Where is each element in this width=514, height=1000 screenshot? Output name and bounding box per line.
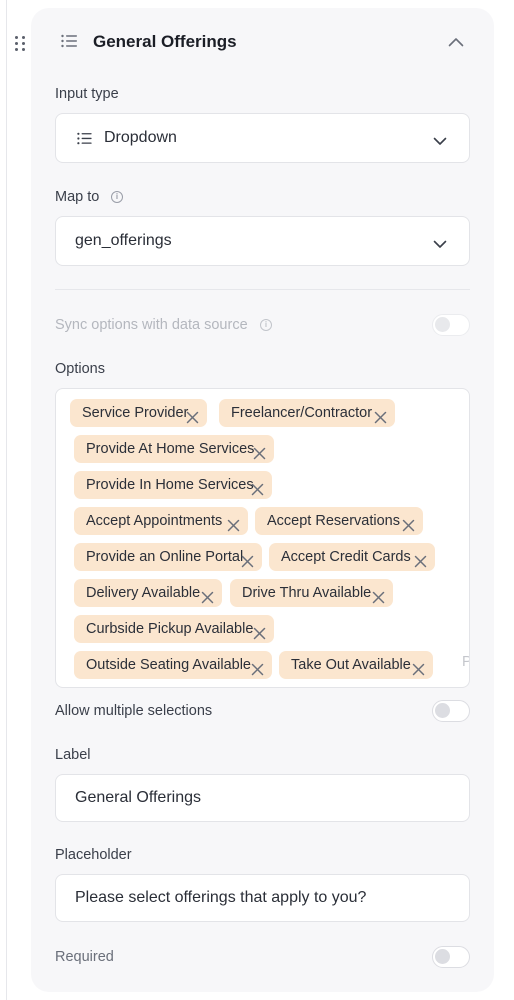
- option-chip: Freelancer/Contractor: [219, 399, 395, 427]
- remove-icon[interactable]: [372, 586, 385, 614]
- option-chip-label: Accept Credit Cards: [281, 549, 411, 565]
- option-chip-label: Provide an Online Portal: [86, 549, 244, 565]
- label-input-value: General Offerings: [75, 789, 201, 806]
- required-toggle[interactable]: [432, 946, 470, 968]
- placeholder-field-label: Placeholder: [55, 847, 132, 863]
- option-chip: Delivery Available: [74, 579, 222, 607]
- placeholder-input[interactable]: Please select offerings that apply to yo…: [55, 874, 470, 922]
- remove-icon[interactable]: [414, 550, 427, 578]
- option-chip-label: Freelancer/Contractor: [231, 405, 373, 421]
- remove-icon[interactable]: [253, 622, 266, 650]
- info-icon[interactable]: i: [111, 191, 123, 203]
- allow-multiple-toggle[interactable]: [432, 700, 470, 722]
- left-rule: [6, 0, 7, 1000]
- options-label: Options: [55, 361, 105, 377]
- option-chip: Provide an Online Portal: [74, 543, 262, 571]
- chevron-up-icon[interactable]: [448, 34, 464, 52]
- map-to-select[interactable]: gen_offerings: [55, 216, 470, 266]
- remove-icon[interactable]: [186, 406, 199, 434]
- option-chip-label: Delivery Available: [86, 585, 201, 601]
- list-icon: [61, 34, 77, 53]
- option-chip: Service Provider: [70, 399, 207, 427]
- remove-icon[interactable]: [412, 658, 425, 686]
- option-chip-label: Curbside Pickup Available: [86, 621, 254, 637]
- card-header[interactable]: General Offerings: [31, 8, 494, 76]
- label-field-label: Label: [55, 747, 91, 763]
- option-chip: Drive Thru Available: [230, 579, 393, 607]
- map-to-label: Map to: [55, 189, 100, 205]
- options-input-placeholder[interactable]: Pl: [462, 654, 469, 670]
- remove-icon[interactable]: [201, 586, 214, 614]
- list-icon: [77, 132, 92, 150]
- remove-icon[interactable]: [253, 442, 266, 470]
- option-chip: Outside Seating Available: [74, 651, 272, 679]
- option-chip: Curbside Pickup Available: [74, 615, 274, 643]
- label-input[interactable]: General Offerings: [55, 774, 470, 822]
- option-chip-label: Outside Seating Available: [86, 657, 251, 673]
- option-chip-label: Drive Thru Available: [242, 585, 372, 601]
- option-chip-label: Service Provider: [82, 405, 189, 421]
- input-type-label: Input type: [55, 86, 119, 102]
- info-icon[interactable]: i: [260, 319, 272, 331]
- allow-multiple-label: Allow multiple selections: [55, 703, 213, 719]
- required-label: Required: [55, 949, 114, 965]
- remove-icon[interactable]: [402, 514, 415, 542]
- option-chip: Take Out Available: [279, 651, 433, 679]
- option-chip: Accept Credit Cards: [269, 543, 435, 571]
- option-chip-label: Accept Reservations: [267, 513, 400, 529]
- remove-icon[interactable]: [251, 658, 264, 686]
- remove-icon[interactable]: [241, 550, 254, 578]
- card-title: General Offerings: [93, 32, 237, 51]
- field-settings-card: General Offerings Input type Dropdown Ma…: [31, 8, 494, 992]
- drag-handle-icon[interactable]: [15, 36, 27, 52]
- placeholder-input-value: Please select offerings that apply to yo…: [75, 889, 367, 906]
- sync-options-toggle[interactable]: [432, 314, 470, 336]
- chevron-down-icon: [433, 236, 447, 254]
- input-type-select[interactable]: Dropdown: [55, 113, 470, 163]
- sync-options-label: Sync options with data source: [55, 317, 248, 333]
- input-type-value: Dropdown: [104, 129, 177, 146]
- chevron-down-icon: [433, 133, 447, 151]
- option-chip: Provide In Home Services: [74, 471, 272, 499]
- option-chip-label: Accept Appointments: [86, 513, 223, 529]
- section-divider: [55, 289, 470, 290]
- remove-icon[interactable]: [374, 406, 387, 434]
- option-chip: Accept Reservations: [255, 507, 423, 535]
- options-tag-input[interactable]: Service Provider Freelancer/Contractor P…: [55, 388, 470, 688]
- option-chip-label: Provide At Home Services: [86, 441, 255, 457]
- option-chip-label: Provide In Home Services: [86, 477, 254, 493]
- remove-icon[interactable]: [227, 514, 240, 542]
- option-chip-label: Take Out Available: [291, 657, 411, 673]
- remove-icon[interactable]: [251, 478, 264, 506]
- option-chip: Provide At Home Services: [74, 435, 274, 463]
- option-chip: Accept Appointments: [74, 507, 248, 535]
- map-to-value: gen_offerings: [75, 232, 172, 249]
